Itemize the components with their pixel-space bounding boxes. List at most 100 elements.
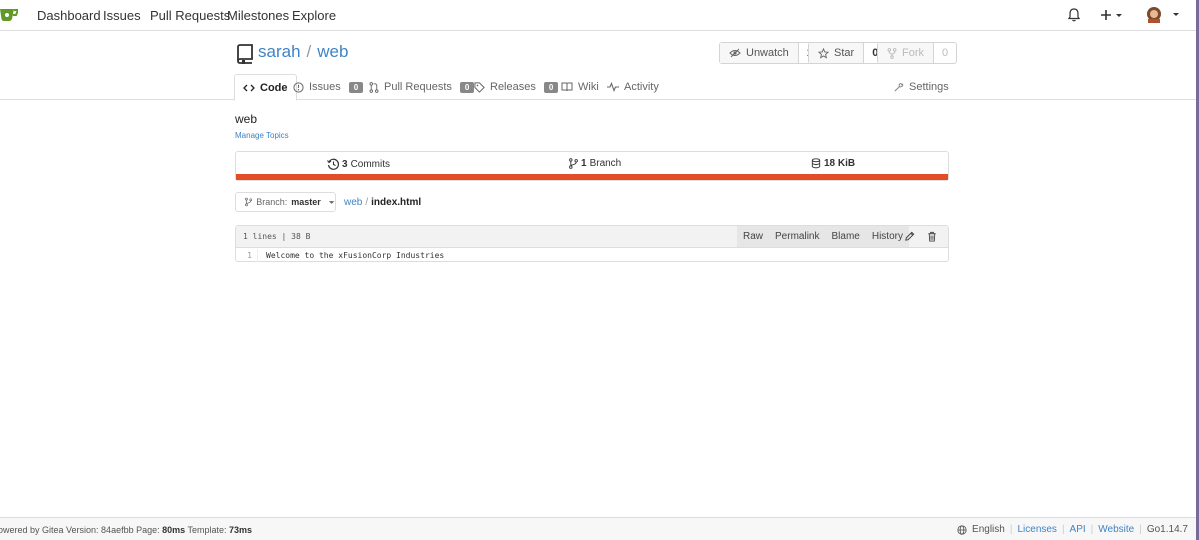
repo-stats-bar: 3 Commits 1 Branch 18 KiB: [235, 151, 949, 181]
nav-explore[interactable]: Explore: [292, 8, 336, 23]
tab-issues-label: Issues: [309, 81, 341, 93]
file-viewer: 1 lines | 38 B Raw Permalink Blame Histo…: [235, 225, 949, 262]
nav-milestones[interactable]: Milestones: [227, 8, 289, 23]
template-label: Template:: [185, 525, 229, 535]
repo-owner-link[interactable]: sarah: [258, 42, 301, 61]
licenses-link[interactable]: Licenses: [1017, 524, 1056, 535]
language-selector[interactable]: English: [972, 524, 1005, 535]
branch-name: master: [291, 197, 321, 207]
branch-count: 1: [581, 158, 587, 169]
breadcrumb-divider: /: [365, 197, 369, 208]
footer-divider: |: [1061, 524, 1065, 535]
star-button-group: Star 0: [808, 42, 888, 64]
repo-size: 18 KiB: [824, 158, 856, 169]
pulse-icon: [607, 82, 619, 92]
nav-dashboard[interactable]: Dashboard: [37, 8, 101, 23]
file-info: 1 lines | 38 B: [243, 232, 311, 241]
website-link[interactable]: Website: [1098, 524, 1134, 535]
bell-icon[interactable]: [1068, 8, 1080, 22]
star-button[interactable]: Star: [809, 43, 865, 63]
tab-settings-label: Settings: [909, 81, 949, 93]
fork-icon: [887, 47, 897, 59]
create-new-dropdown[interactable]: [1101, 9, 1125, 21]
tab-settings[interactable]: Settings: [893, 74, 949, 100]
tab-releases[interactable]: Releases 0: [474, 74, 559, 100]
commits-stat[interactable]: 3 Commits: [327, 158, 390, 170]
tab-code-label: Code: [260, 81, 288, 94]
blame-button[interactable]: Blame: [825, 226, 865, 247]
pencil-icon[interactable]: [904, 231, 915, 242]
breadcrumb-filename: index.html: [371, 197, 422, 208]
book-icon: [561, 82, 573, 92]
file-edit-icons: [904, 231, 937, 242]
tab-issues[interactable]: Issues 0: [293, 74, 364, 100]
tab-activity[interactable]: Activity: [607, 74, 659, 100]
branches-stat[interactable]: 1 Branch: [569, 158, 621, 169]
powered-by-text: owered by Gitea Version: 84aefbb Page:: [0, 525, 163, 535]
gitea-logo-icon[interactable]: [0, 6, 18, 22]
git-branch-icon: [569, 158, 578, 169]
tab-wiki[interactable]: Wiki: [561, 74, 599, 100]
top-navbar: Dashboard Issues Pull Requests Milestone…: [0, 0, 1196, 31]
tab-code[interactable]: Code: [234, 74, 297, 101]
breadcrumb-repo-link[interactable]: web: [344, 197, 362, 208]
watch-button-group: Unwatch 1: [719, 42, 822, 64]
footer-divider: |: [1090, 524, 1094, 535]
line-number[interactable]: 1: [236, 249, 258, 262]
history-icon: [327, 158, 339, 170]
forks-count[interactable]: 0: [934, 43, 956, 63]
history-button[interactable]: History: [866, 226, 909, 247]
fork-button-group: Fork 0: [877, 42, 958, 64]
nav-pull-requests[interactable]: Pull Requests: [150, 8, 230, 23]
fork-button[interactable]: Fork: [878, 43, 934, 63]
size-stat: 18 KiB: [811, 158, 855, 169]
pull-request-icon: [369, 81, 379, 93]
branch-label: Branch: [589, 158, 622, 169]
repo-name-link[interactable]: web: [317, 42, 348, 61]
file-header: 1 lines | 38 B Raw Permalink Blame Histo…: [236, 226, 948, 248]
issue-opened-icon: [293, 81, 304, 93]
footer-version-info: owered by Gitea Version: 84aefbb Page: 8…: [0, 525, 252, 535]
repo-title-separator: /: [306, 42, 312, 61]
nav-issues[interactable]: Issues: [103, 8, 141, 23]
raw-button[interactable]: Raw: [737, 226, 769, 247]
page-footer: owered by Gitea Version: 84aefbb Page: 8…: [0, 517, 1196, 540]
tab-pull-requests[interactable]: Pull Requests 0: [369, 74, 475, 100]
eye-slash-icon: [729, 48, 741, 58]
branch-dropdown[interactable]: Branch: master: [235, 192, 336, 212]
footer-links: English | Licenses | API | Website | Go1…: [957, 524, 1188, 535]
globe-icon: [957, 524, 967, 535]
tab-wiki-label: Wiki: [578, 81, 599, 93]
branch-prefix: Branch:: [256, 197, 288, 207]
database-icon: [811, 158, 821, 169]
file-breadcrumb: web / index.html: [344, 197, 421, 208]
manage-topics-link[interactable]: Manage Topics: [235, 131, 289, 140]
trash-icon[interactable]: [927, 231, 937, 242]
api-link[interactable]: API: [1070, 524, 1086, 535]
repo-header: sarah / web Unwatch 1 Star 0: [0, 31, 1196, 101]
tab-pulls-count: 0: [459, 81, 475, 93]
tab-releases-label: Releases: [490, 81, 536, 93]
footer-divider: |: [1009, 524, 1013, 535]
language-bar[interactable]: [236, 174, 948, 180]
tab-issues-count: 0: [348, 81, 364, 93]
unwatch-label: Unwatch: [746, 47, 789, 59]
star-icon: [818, 47, 829, 59]
go-version: Go1.14.7: [1146, 524, 1188, 535]
permalink-button[interactable]: Permalink: [769, 226, 825, 247]
footer-divider: |: [1139, 524, 1142, 535]
user-avatar-menu[interactable]: [1146, 5, 1182, 23]
repo-description: web: [235, 112, 258, 126]
code-icon: [243, 84, 255, 91]
star-label: Star: [834, 47, 855, 59]
repo-tabs: Code Issues 0 Pull Requests 0 Releases 0…: [234, 74, 949, 101]
repo-icon: [237, 44, 253, 64]
caret-down-icon: [328, 200, 335, 204]
unwatch-button[interactable]: Unwatch: [720, 43, 799, 63]
commits-label: Commits: [350, 158, 391, 170]
commits-count: 3: [342, 158, 348, 170]
git-branch-icon: [245, 197, 253, 207]
fork-label: Fork: [902, 47, 924, 59]
tools-icon: [894, 82, 904, 92]
line-content: Welcome to the xFusionCorp Industries: [266, 251, 445, 260]
